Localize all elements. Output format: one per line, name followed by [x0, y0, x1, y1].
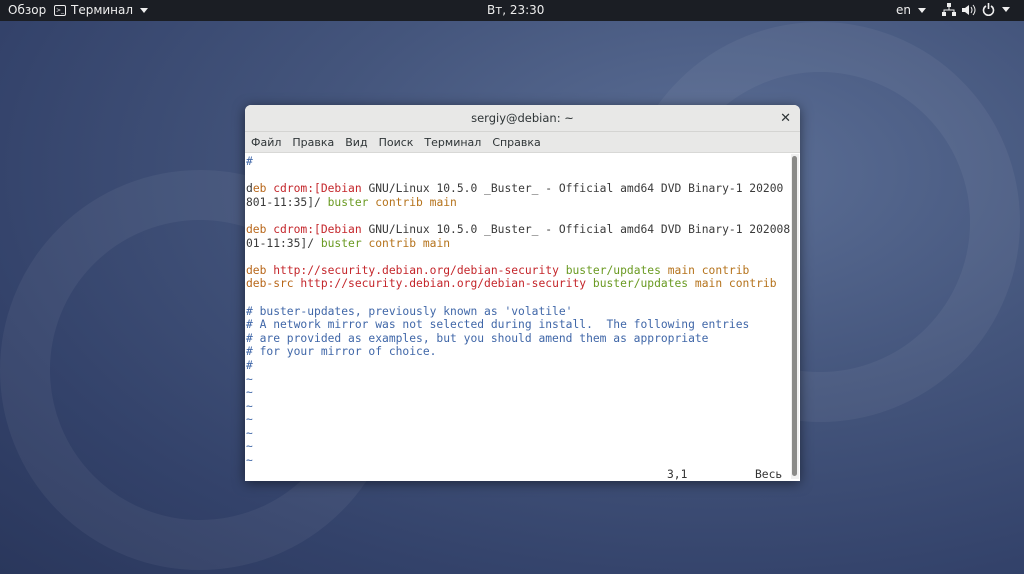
terminal-line: # [246, 155, 790, 169]
terminal-line: ~ [246, 454, 790, 468]
text-cursor: d [246, 182, 253, 196]
text-segment: ~ [246, 454, 253, 468]
text-segment: buster [320, 236, 369, 250]
network-icon [942, 3, 956, 16]
text-segment: main contrib [694, 277, 777, 291]
text-segment: ~ [246, 372, 253, 386]
text-segment: buster/updates [565, 263, 668, 277]
terminal-line: # A network mirror was not selected duri… [246, 318, 790, 332]
cursor-position: 3,1 [667, 468, 688, 481]
terminal-line: ~ [246, 440, 790, 454]
terminal-window: sergiy@debian: ~ ✕ Файл Правка Вид Поиск Тер… [245, 105, 800, 481]
top-panel: Обзор >_ Терминал Вт, 23:30 en [0, 0, 1024, 21]
text-segment: ~ [246, 426, 253, 440]
chevron-down-icon [918, 7, 926, 13]
language-button[interactable]: en [896, 3, 926, 17]
menu-item[interactable]: Правка [292, 136, 334, 149]
activities-label: Обзор [8, 3, 47, 17]
menu-item[interactable]: Вид [345, 136, 367, 149]
terminal-line: # [246, 359, 790, 373]
terminal-icon: >_ [54, 4, 66, 16]
close-icon[interactable]: ✕ [780, 105, 791, 132]
text-segment: buster/updates [592, 277, 695, 291]
terminal-line: deb-src http://security.debian.org/debia… [246, 277, 790, 291]
terminal-line: # for your mirror of choice. [246, 345, 790, 359]
text-segment: deb [246, 263, 274, 277]
text-segment: # buster-updates, previously known as 'v… [246, 304, 573, 318]
terminal-line: ~ [246, 427, 790, 441]
terminal-line: 01-11:35]/ buster contrib main [246, 237, 790, 251]
chevron-down-icon [140, 7, 149, 13]
volume-icon [962, 4, 976, 15]
terminal-line: ~ [246, 373, 790, 387]
menu-item[interactable]: Справка [492, 136, 540, 149]
text-segment: http://security.debian.org/debian-securi… [273, 263, 566, 277]
scroll-indicator: Весь [755, 468, 783, 481]
text-segment: cdrom:[Debian [273, 182, 369, 196]
terminal-line: deb cdrom:[Debian GNU/Linux 10.5.0 _Bust… [246, 182, 790, 196]
terminal-line: # are provided as examples, but you shou… [246, 332, 790, 346]
text-segment: # A network mirror was not selected duri… [246, 318, 750, 332]
terminal-line: ~ [246, 386, 790, 400]
text-segment: deb [246, 222, 274, 236]
text-segment: eb [252, 182, 274, 196]
chevron-down-icon [1002, 7, 1010, 12]
menu-item[interactable]: Поиск [379, 136, 414, 149]
terminal-line: # buster-updates, previously known as 'v… [246, 305, 790, 319]
activities-button[interactable]: Обзор [8, 3, 46, 17]
text-segment: # [246, 358, 253, 372]
terminal-line: 801-11:35]/ buster contrib main [246, 196, 790, 210]
text-segment: ~ [246, 413, 253, 427]
text-segment: # are provided as examples, but you shou… [246, 331, 709, 345]
text-segment: ~ [246, 399, 253, 413]
menu-item[interactable]: Файл [251, 136, 281, 149]
text-segment: 01-11:35]/ [246, 236, 321, 250]
text-segment: http://security.debian.org/debian-securi… [300, 277, 593, 291]
app-menu-button[interactable]: >_ Терминал [54, 3, 149, 17]
text-segment: # [246, 155, 253, 168]
scrollbar[interactable] [791, 154, 799, 479]
system-menu-button[interactable] [942, 3, 1010, 16]
terminal-content[interactable]: # deb cdrom:[Debian GNU/Linux 10.5.0 _Bus… [246, 154, 790, 481]
menu-item[interactable]: Терминал [424, 136, 481, 149]
text-segment: ~ [246, 386, 253, 400]
text-segment: ~ [246, 440, 253, 454]
text-segment: buster [327, 195, 376, 209]
text-segment: GNU/Linux 10.5.0 _Buster_ - Official amd… [368, 182, 784, 196]
menubar: Файл Правка Вид Поиск Терминал Справка [245, 132, 800, 153]
text-segment: deb-src [246, 277, 301, 291]
text-segment: cdrom:[Debian [273, 222, 369, 236]
text-segment: main contrib [667, 263, 750, 277]
clock-button[interactable]: Вт, 23:30 [487, 3, 544, 17]
text-segment: contrib main [375, 195, 457, 209]
terminal-line: deb http://security.debian.org/debian-se… [246, 264, 790, 278]
window-titlebar[interactable]: sergiy@debian: ~ ✕ [245, 105, 800, 132]
text-segment: # for your mirror of choice. [246, 345, 437, 359]
window-title: sergiy@debian: ~ [471, 111, 574, 125]
terminal-line: ~ [246, 400, 790, 414]
power-icon [982, 3, 995, 16]
terminal-line: deb cdrom:[Debian GNU/Linux 10.5.0 _Bust… [246, 223, 790, 237]
clock-label: Вт, 23:30 [487, 3, 545, 17]
scrollbar-thumb[interactable] [792, 156, 797, 476]
text-segment: GNU/Linux 10.5.0 _Buster_ - Official amd… [368, 222, 791, 236]
text-segment: 801-11:35]/ [246, 195, 328, 209]
terminal-line: ~ [246, 413, 790, 427]
language-label: en [896, 3, 911, 17]
text-segment: contrib main [368, 236, 451, 250]
app-menu-label: Терминал [71, 3, 134, 17]
